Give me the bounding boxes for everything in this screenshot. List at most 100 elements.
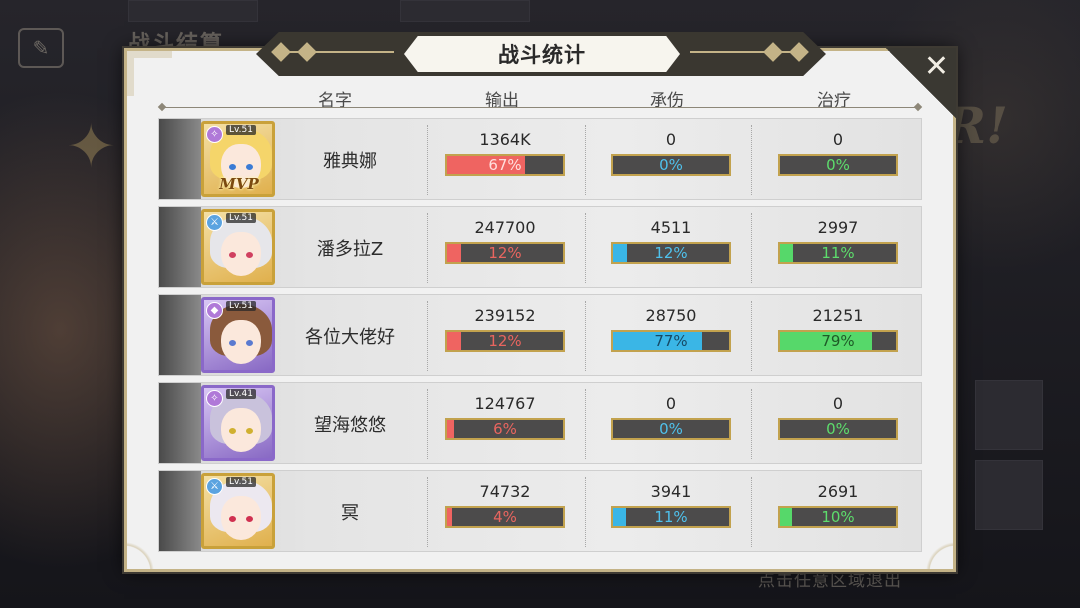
player-row[interactable]: ✧ Lv.41 望海悠悠 124767 6% 0 0% 0 0% — [158, 382, 922, 464]
column-divider — [751, 301, 752, 371]
avatar-eye — [246, 428, 253, 434]
damage-taken-stat: 4511 12% — [611, 217, 731, 264]
avatar-eye — [229, 252, 236, 258]
damage-stat: 1364K 67% — [445, 129, 565, 176]
player-name: 冥 — [341, 503, 359, 524]
healing-bar: 79% — [778, 330, 898, 352]
background-tile — [975, 460, 1043, 530]
avatar-eye — [246, 516, 253, 522]
damage-percent: 6% — [493, 420, 517, 438]
row-accent-strip — [159, 471, 201, 551]
damage-taken-stat: 28750 77% — [611, 305, 731, 352]
damage-taken-percent: 0% — [659, 156, 683, 174]
level-badge: Lv.41 — [226, 389, 256, 399]
sword-icon: ⚔ — [206, 478, 223, 495]
avatar-face — [221, 232, 261, 276]
player-row[interactable]: ⚔ Lv.51 冥 74732 4% 3941 11% 2691 10% — [158, 470, 922, 552]
damage-percent: 12% — [488, 332, 522, 350]
damage-value: 239152 — [474, 306, 536, 325]
damage-taken-bar: 77% — [611, 330, 731, 352]
player-name: 潘多拉Z — [316, 239, 384, 260]
player-name: 望海悠悠 — [314, 415, 386, 436]
player-avatar[interactable]: ⚔ Lv.51 — [201, 473, 275, 549]
column-divider — [751, 213, 752, 283]
damage-bar: 67% — [445, 154, 565, 176]
row-accent-strip — [159, 383, 201, 463]
healing-stat: 0 0% — [778, 393, 898, 440]
column-divider — [585, 477, 586, 547]
damage-stat: 74732 4% — [445, 481, 565, 528]
damage-value: 74732 — [479, 482, 531, 501]
healing-value: 0 — [832, 394, 844, 413]
player-avatar[interactable]: ✧ Lv.51 MVP — [201, 121, 275, 197]
avatar-face — [221, 408, 261, 452]
avatar-eye — [246, 340, 253, 346]
damage-percent: 12% — [488, 244, 522, 262]
healing-percent: 79% — [821, 332, 855, 350]
healing-stat: 2997 11% — [778, 217, 898, 264]
damage-taken-stat: 3941 11% — [611, 481, 731, 528]
avatar-face — [221, 496, 261, 540]
avatar-face — [221, 320, 261, 364]
healing-value: 21251 — [812, 306, 864, 325]
mvp-badge: MVP — [219, 175, 259, 193]
avatar-eye — [229, 164, 236, 170]
damage-taken-percent: 12% — [654, 244, 688, 262]
healing-percent: 0% — [826, 420, 850, 438]
damage-bar: 12% — [445, 330, 565, 352]
damage-taken-bar: 12% — [611, 242, 731, 264]
avatar-eye — [229, 516, 236, 522]
background-tile — [400, 0, 530, 22]
sword-icon: ⚔ — [206, 214, 223, 231]
healing-stat: 21251 79% — [778, 305, 898, 352]
player-avatar[interactable]: ⚔ Lv.51 — [201, 209, 275, 285]
avatar-eye — [229, 428, 236, 434]
damage-taken-stat: 0 0% — [611, 393, 731, 440]
healing-percent: 11% — [821, 244, 855, 262]
damage-taken-value: 0 — [665, 394, 677, 413]
row-accent-strip — [159, 295, 201, 375]
column-divider — [585, 213, 586, 283]
level-badge: Lv.51 — [226, 125, 256, 135]
dialog-title-text: 战斗统计 — [498, 43, 586, 67]
background-tile — [975, 380, 1043, 450]
damage-bar: 4% — [445, 506, 565, 528]
damage-bar: 6% — [445, 418, 565, 440]
healing-bar: 0% — [778, 154, 898, 176]
damage-taken-value: 28750 — [645, 306, 697, 325]
player-avatar[interactable]: ◆ Lv.51 — [201, 297, 275, 373]
healing-stat: 0 0% — [778, 129, 898, 176]
row-accent-strip — [159, 207, 201, 287]
damage-taken-bar: 0% — [611, 154, 731, 176]
player-row[interactable]: ◆ Lv.51 各位大佬好 239152 12% 28750 77% 21251… — [158, 294, 922, 376]
damage-value: 1364K — [479, 130, 531, 149]
star-icon: ✦ — [66, 112, 117, 182]
background-tile — [128, 0, 258, 22]
player-row[interactable]: ✧ Lv.51 MVP 雅典娜 1364K 67% 0 0% 0 0% — [158, 118, 922, 200]
player-avatar[interactable]: ✧ Lv.41 — [201, 385, 275, 461]
column-divider — [751, 477, 752, 547]
damage-percent: 67% — [488, 156, 522, 174]
damage-bar: 12% — [445, 242, 565, 264]
player-name: 各位大佬好 — [305, 327, 395, 348]
damage-value: 124767 — [474, 394, 536, 413]
healing-stat: 2691 10% — [778, 481, 898, 528]
mage-icon: ✧ — [206, 390, 223, 407]
damage-taken-value: 4511 — [650, 218, 692, 237]
level-badge: Lv.51 — [226, 301, 256, 311]
avatar-eye — [246, 252, 253, 258]
panel-corner-decoration — [124, 48, 172, 96]
healing-value: 2691 — [817, 482, 859, 501]
column-divider — [427, 213, 428, 283]
damage-taken-percent: 77% — [654, 332, 688, 350]
damage-percent: 4% — [493, 508, 517, 526]
healing-value: 2997 — [817, 218, 859, 237]
damage-taken-percent: 0% — [659, 420, 683, 438]
column-divider — [751, 389, 752, 459]
level-badge: Lv.51 — [226, 477, 256, 487]
healing-bar: 11% — [778, 242, 898, 264]
player-row[interactable]: ⚔ Lv.51 潘多拉Z 247700 12% 4511 12% 2997 11… — [158, 206, 922, 288]
healing-percent: 0% — [826, 156, 850, 174]
column-divider — [585, 301, 586, 371]
mage-icon: ✧ — [206, 126, 223, 143]
